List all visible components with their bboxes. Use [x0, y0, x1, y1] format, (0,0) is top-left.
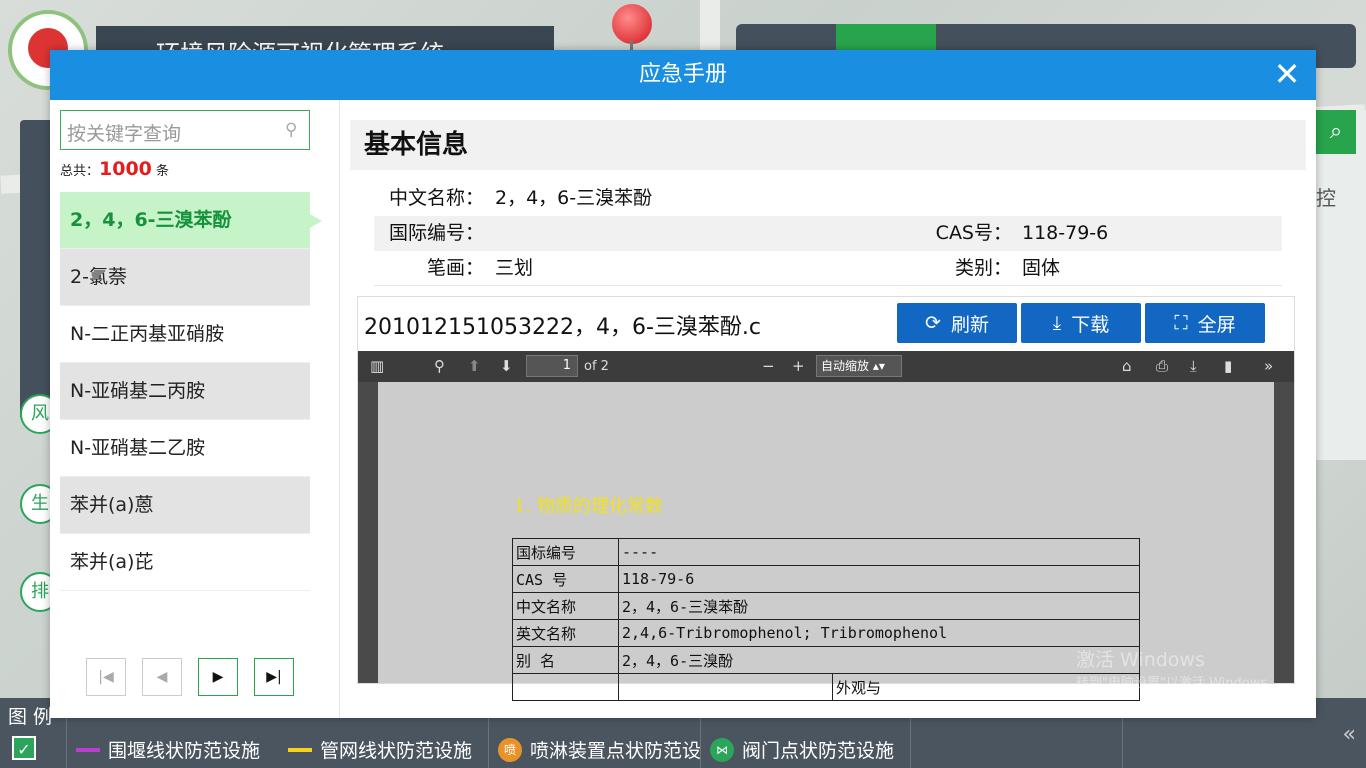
table-row: 英文名称 2,4,6-Tribromophenol; Tribromophenol: [512, 619, 1140, 647]
right-panel-label: 控: [1316, 186, 1336, 210]
last-page-button[interactable]: ▶|: [254, 658, 294, 696]
info-row: 笔画： 三划 类别： 固体: [374, 251, 1282, 286]
refresh-icon: ⟳: [925, 312, 941, 334]
download-button[interactable]: ⤓ 下载: [1021, 303, 1141, 343]
next-page-icon[interactable]: ⬇: [500, 357, 513, 375]
dialog-header: 应急手册 ✕: [50, 50, 1316, 100]
legend-title: 图 例: [8, 706, 53, 728]
prev-page-icon[interactable]: ⬆: [468, 357, 481, 375]
total-count: 总共：1000 条: [60, 158, 170, 180]
list-item[interactable]: 2，4，6-三溴苯酚: [60, 192, 322, 249]
info-row: 中文名称： 2，4，6-三溴苯酚: [388, 187, 653, 209]
search-input[interactable]: 按关键字查询 ⚲: [60, 110, 310, 150]
list-item[interactable]: N-亚硝基二乙胺: [60, 420, 310, 477]
spray-icon: 喷: [498, 737, 522, 762]
pagination: |◀ ◀ ▶ ▶|: [86, 658, 294, 696]
save-icon[interactable]: ⤓: [1190, 357, 1197, 375]
line-swatch-icon: [288, 747, 312, 752]
info-row: 国际编号： CAS号： 118-79-6: [374, 216, 1282, 251]
dialog-title: 应急手册: [638, 62, 727, 87]
legend-item[interactable]: 围堰线状防范设施: [76, 736, 260, 763]
open-file-icon[interactable]: ⌂: [1122, 357, 1132, 375]
pdf-toolbar: ▥ ⚲ ⬆ ⬇ 1 of 2 − + 自动缩放 ▴▾ ⌂ ⎙ ⤓ ▮ »: [358, 351, 1294, 382]
legend-item[interactable]: 管网线状防范设施: [288, 736, 472, 763]
detail-pane: 基本信息 中文名称： 2，4，6-三溴苯酚 国际编号： CAS号： 118-79…: [350, 120, 1306, 701]
page-number-input[interactable]: 1: [526, 355, 578, 377]
collapse-icon[interactable]: «: [1343, 722, 1356, 747]
bookmark-icon[interactable]: ▮: [1224, 357, 1232, 375]
list-item[interactable]: 2-氯萘: [60, 249, 310, 306]
list-item[interactable]: N-二正丙基亚硝胺: [60, 306, 310, 363]
fullscreen-icon: ⛶: [1174, 312, 1188, 334]
properties-table: 国标编号 ---- CAS 号 118-79-6 中文名称 2，4，6-三溴苯酚 英文…: [512, 538, 1140, 701]
find-icon[interactable]: ⚲: [434, 357, 445, 375]
section-title: 基本信息: [350, 120, 1306, 170]
more-tools-icon[interactable]: »: [1264, 357, 1273, 375]
list-item[interactable]: 苯并(a)蒽: [60, 477, 310, 534]
close-icon[interactable]: ✕: [1272, 58, 1302, 90]
zoom-in-icon[interactable]: +: [792, 357, 805, 375]
legend-item[interactable]: ⋈ 阀门点状防范设施: [710, 736, 894, 763]
pdf-page: 1. 物质的理化常数 国标编号 ---- CAS 号 118-79-6 中文名称 2，…: [378, 382, 1274, 701]
zoom-select[interactable]: 自动缩放 ▴▾: [816, 355, 902, 377]
table-row: 国标编号 ----: [512, 538, 1140, 566]
first-page-button[interactable]: |◀: [86, 658, 126, 696]
list-item[interactable]: 苯并(a)芘: [60, 534, 310, 591]
prev-page-button[interactable]: ◀: [142, 658, 182, 696]
sidebar-toggle-icon[interactable]: ▥: [370, 357, 384, 375]
page-heading: 1. 物质的理化常数: [514, 496, 663, 517]
list-item[interactable]: N-亚硝基二丙胺: [60, 363, 310, 420]
windows-watermark: 激活 Windows 转到"电脑设置"以激活 Windows。: [1076, 649, 1281, 691]
document-panel: 201012151053222，4，6-三溴苯酚.c ⟳ 刷新 ⤓ 下载 ⛶ 全屏 ▥…: [357, 296, 1295, 701]
pdf-viewer: ▥ ⚲ ⬆ ⬇ 1 of 2 − + 自动缩放 ▴▾ ⌂ ⎙ ⤓ ▮ » 1. …: [358, 351, 1294, 701]
emergency-manual-dialog: 应急手册 ✕ 按关键字查询 ⚲ 总共：1000 条 2，4，6-三溴苯酚 2-氯…: [50, 50, 1316, 718]
map-pin-icon[interactable]: [612, 4, 652, 44]
search-icon[interactable]: ⌕: [1316, 110, 1356, 154]
fullscreen-button[interactable]: ⛶ 全屏: [1145, 303, 1265, 343]
refresh-button[interactable]: ⟳ 刷新: [897, 303, 1017, 343]
legend-checkbox[interactable]: ✓: [12, 736, 36, 760]
table-row: 外观与: [512, 673, 1140, 701]
substance-list: 2，4，6-三溴苯酚 2-氯萘 N-二正丙基亚硝胺 N-亚硝基二丙胺 N-亚硝基…: [60, 192, 322, 591]
search-icon[interactable]: ⚲: [285, 120, 303, 140]
table-row: 别 名 2，4，6-三溴酚: [512, 646, 1140, 674]
table-row: CAS 号 118-79-6: [512, 565, 1140, 593]
print-icon[interactable]: ⎙: [1156, 357, 1168, 375]
valve-icon: ⋈: [710, 737, 734, 762]
substance-list-pane: 按关键字查询 ⚲ 总共：1000 条 2，4，6-三溴苯酚 2-氯萘 N-二正丙…: [50, 100, 340, 718]
legend-item[interactable]: 喷 喷淋装置点状防范设: [498, 736, 701, 763]
download-icon: ⤓: [1052, 312, 1062, 334]
table-row: 中文名称 2，4，6-三溴苯酚: [512, 592, 1140, 620]
document-filename: 201012151053222，4，6-三溴苯酚.c: [364, 315, 761, 340]
next-page-button[interactable]: ▶: [198, 658, 238, 696]
page-total: of 2: [584, 359, 609, 374]
right-panel: ⌕ 控: [1316, 110, 1366, 460]
zoom-out-icon[interactable]: −: [762, 357, 775, 375]
line-swatch-icon: [76, 747, 100, 752]
